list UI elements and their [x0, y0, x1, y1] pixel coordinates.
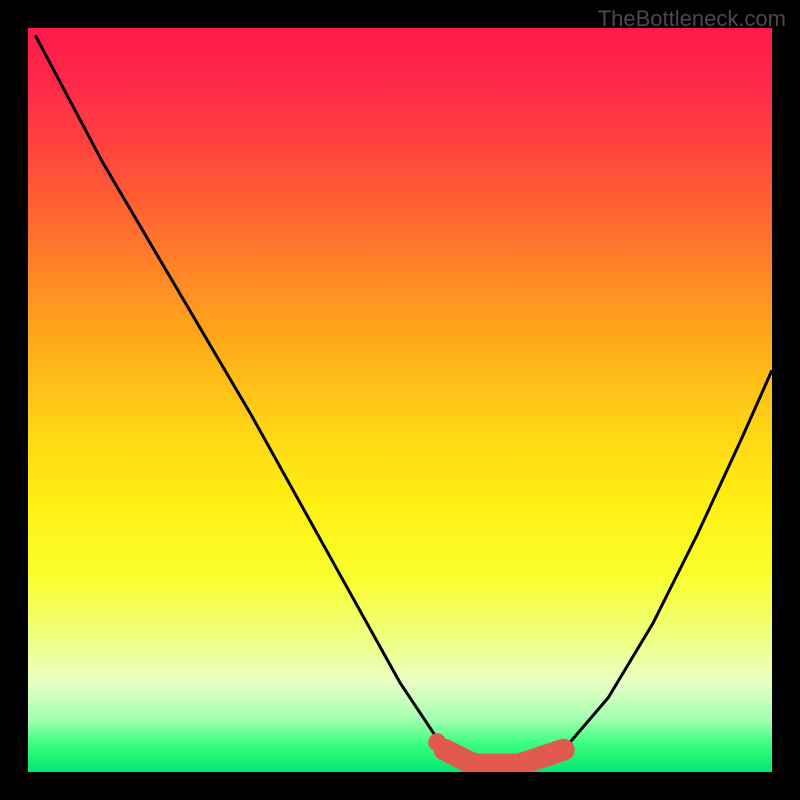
watermark-text: TheBottleneck.com: [598, 6, 786, 32]
marker-dot: [428, 733, 446, 751]
chart-plot-area: [28, 28, 772, 772]
right-curve-line: [564, 370, 772, 750]
chart-svg: [28, 28, 772, 772]
highlight-band: [445, 750, 564, 765]
left-curve-line: [35, 35, 444, 749]
